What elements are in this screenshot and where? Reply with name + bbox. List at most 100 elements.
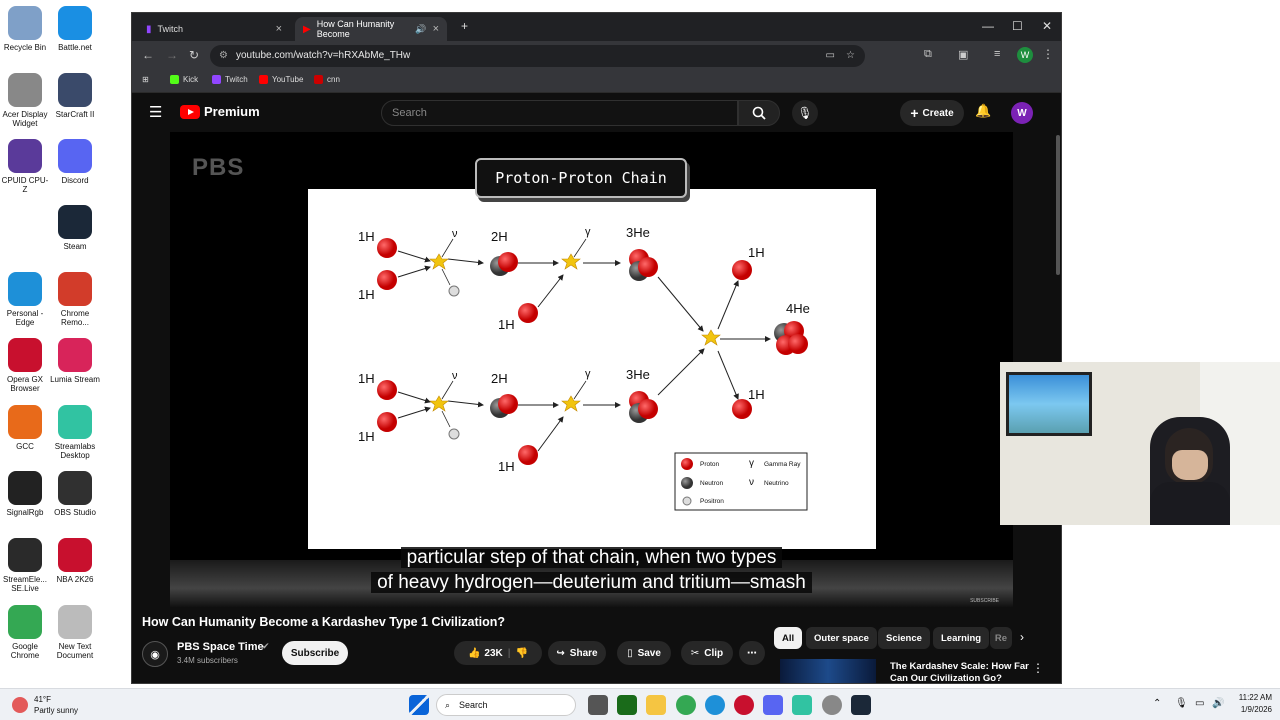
channel-name[interactable]: PBS Space Time [177, 641, 264, 653]
label-2h: 2H [491, 371, 508, 386]
hamburger-menu-icon[interactable]: ☰ [149, 103, 162, 121]
desktop-icon[interactable]: OBS Studio [50, 471, 100, 517]
volume-icon[interactable]: 🔊 [1212, 698, 1224, 709]
chrome-icon[interactable] [676, 695, 696, 715]
desktop-icon[interactable]: Chrome Remo... [50, 272, 100, 327]
desktop-icon[interactable]: Recycle Bin [0, 6, 50, 52]
desktop-icon[interactable]: New Text Document [50, 605, 100, 660]
microphone-icon[interactable]: 🎙 [792, 100, 818, 126]
subscribe-watermark[interactable]: SUBSCRIBE [970, 598, 999, 604]
reload-icon[interactable]: ↻ [189, 48, 199, 62]
close-icon[interactable]: × [433, 23, 439, 35]
steam-icon[interactable] [851, 695, 871, 715]
desktop-icon-label: Personal - Edge [6, 309, 44, 327]
chip-outer-space[interactable]: Outer space [806, 627, 877, 649]
video-player[interactable]: PBS 1H 1H 2H 1H 3He 1H 4He 1H 1H 1H 2H 1… [170, 132, 1013, 607]
app-icon [58, 338, 92, 372]
desktop-icon[interactable]: StreamEle... SE.Live [0, 538, 50, 593]
page-scrollbar[interactable] [1056, 135, 1060, 275]
streamlabs-icon[interactable] [792, 695, 812, 715]
start-menu-icon[interactable] [409, 695, 429, 715]
desktop-icon[interactable]: Opera GX Browser [0, 338, 50, 393]
search-button[interactable] [738, 100, 780, 126]
desktop-icon[interactable]: GCC [0, 405, 50, 451]
apps-grid-icon[interactable]: ⊞ [142, 75, 149, 84]
account-avatar[interactable]: W [1011, 102, 1033, 124]
back-arrow-icon[interactable]: ← [142, 48, 154, 62]
taskbar-search[interactable]: ⌕ Search [436, 694, 576, 716]
thumbs-down-icon[interactable]: 👎 [516, 648, 528, 659]
extensions-icon[interactable]: ⧉ [924, 48, 932, 61]
media-icon[interactable]: ≡ [994, 48, 1000, 60]
desktop-icon[interactable]: Google Chrome [0, 605, 50, 660]
recommended-thumbnail[interactable] [780, 659, 876, 683]
tab-youtube[interactable]: ▶ How Can Humanity Become 🔊 × [295, 17, 447, 41]
search-input[interactable]: Search [381, 100, 738, 126]
minimize-button[interactable]: — [982, 19, 994, 33]
clip-button[interactable]: ✂ Clip [681, 641, 733, 665]
desktop-icon[interactable]: Steam [50, 205, 100, 251]
subscribe-button[interactable]: Subscribe [282, 641, 348, 665]
microphone-icon[interactable]: 🎙 [1175, 698, 1188, 709]
recommended-title[interactable]: The Kardashev Scale: How Far Can Our Civ… [890, 661, 1029, 683]
channel-avatar[interactable]: ◉ [142, 641, 168, 667]
share-icon: ↪ [556, 647, 565, 659]
task-view-icon[interactable] [588, 695, 608, 715]
new-tab-button[interactable]: + [461, 19, 468, 33]
bookmark-star-icon[interactable]: ☆ [846, 45, 855, 67]
chip-science[interactable]: Science [878, 627, 930, 649]
widgets-icon[interactable] [617, 695, 637, 715]
opera-gx-icon[interactable] [734, 695, 754, 715]
desktop-icon[interactable]: Lumia Stream [50, 338, 100, 384]
legend-gamma-symbol: γ [749, 458, 754, 469]
network-icon[interactable]: ▭ [1195, 698, 1204, 709]
chevron-right-icon[interactable]: › [1020, 630, 1024, 644]
settings-gear-icon[interactable] [822, 695, 842, 715]
desktop-icon[interactable]: Streamlabs Desktop [50, 405, 100, 460]
clock-time[interactable]: 11:22 AM [1232, 693, 1272, 702]
chip-overflow[interactable]: Re [990, 627, 1012, 649]
discord-icon[interactable] [763, 695, 783, 715]
desktop-icon[interactable]: Battle.net [50, 6, 100, 52]
bookmark-youtube[interactable]: YouTube [259, 75, 303, 84]
profile-avatar[interactable]: W [1017, 47, 1033, 63]
desktop-icon[interactable]: StarCraft II [50, 73, 100, 119]
tab-twitch[interactable]: ▮ Twitch × [138, 17, 290, 41]
caption-line-2: of heavy hydrogen—deuterium and tritium—… [371, 572, 812, 593]
notifications-bell-icon[interactable]: 🔔 [975, 103, 991, 119]
desktop-icon[interactable]: Acer Display Widget [0, 73, 50, 128]
maximize-button[interactable]: ☐ [1012, 19, 1023, 33]
sidepanel-icon[interactable]: ▣ [958, 48, 968, 61]
desktop-icon[interactable]: Discord [50, 139, 100, 185]
speaker-icon[interactable]: 🔊 [415, 24, 426, 35]
youtube-logo[interactable]: Premium [180, 104, 260, 119]
site-info-icon[interactable]: ⚙ [219, 45, 228, 67]
edge-icon[interactable] [705, 695, 725, 715]
tray-chevron-up-icon[interactable]: ⌃ [1153, 698, 1161, 709]
forward-arrow-icon[interactable]: → [166, 48, 178, 62]
create-button[interactable]: + Create [900, 100, 964, 126]
share-button[interactable]: ↪ Share [548, 641, 606, 665]
chip-all[interactable]: All [774, 627, 803, 649]
like-button[interactable]: 👍 23K [468, 648, 503, 659]
chip-learning[interactable]: Learning [933, 627, 990, 649]
more-actions-button[interactable]: ⋯ [739, 641, 765, 665]
save-button[interactable]: ▯ Save [617, 641, 671, 665]
desktop-icon-label: New Text Document [56, 642, 94, 660]
bookmark-twitch[interactable]: Twitch [212, 75, 248, 84]
desktop-icon[interactable]: CPUID CPU-Z [0, 139, 50, 194]
recommended-menu-icon[interactable]: ⋮ [1032, 661, 1044, 675]
bookmark-cnn[interactable]: cnn [314, 75, 340, 84]
address-bar[interactable]: ⚙ youtube.com/watch?v=hRXAbMe_THw ▭ ☆ [210, 45, 865, 67]
desktop-icon[interactable]: SignalRgb [0, 471, 50, 517]
file-explorer-icon[interactable] [646, 695, 666, 715]
menu-kebab-icon[interactable]: ⋮ [1042, 47, 1054, 61]
close-window-button[interactable]: ✕ [1042, 19, 1052, 33]
bookmark-kick[interactable]: Kick [170, 75, 198, 84]
desktop-icon[interactable]: NBA 2K26 [50, 538, 100, 584]
close-icon[interactable]: × [276, 23, 282, 35]
clock-date[interactable]: 1/9/2026 [1232, 705, 1272, 714]
desktop-icon[interactable]: Personal - Edge [0, 272, 50, 327]
cast-icon[interactable]: ▭ [826, 45, 835, 67]
label-1h: 1H [748, 387, 765, 402]
